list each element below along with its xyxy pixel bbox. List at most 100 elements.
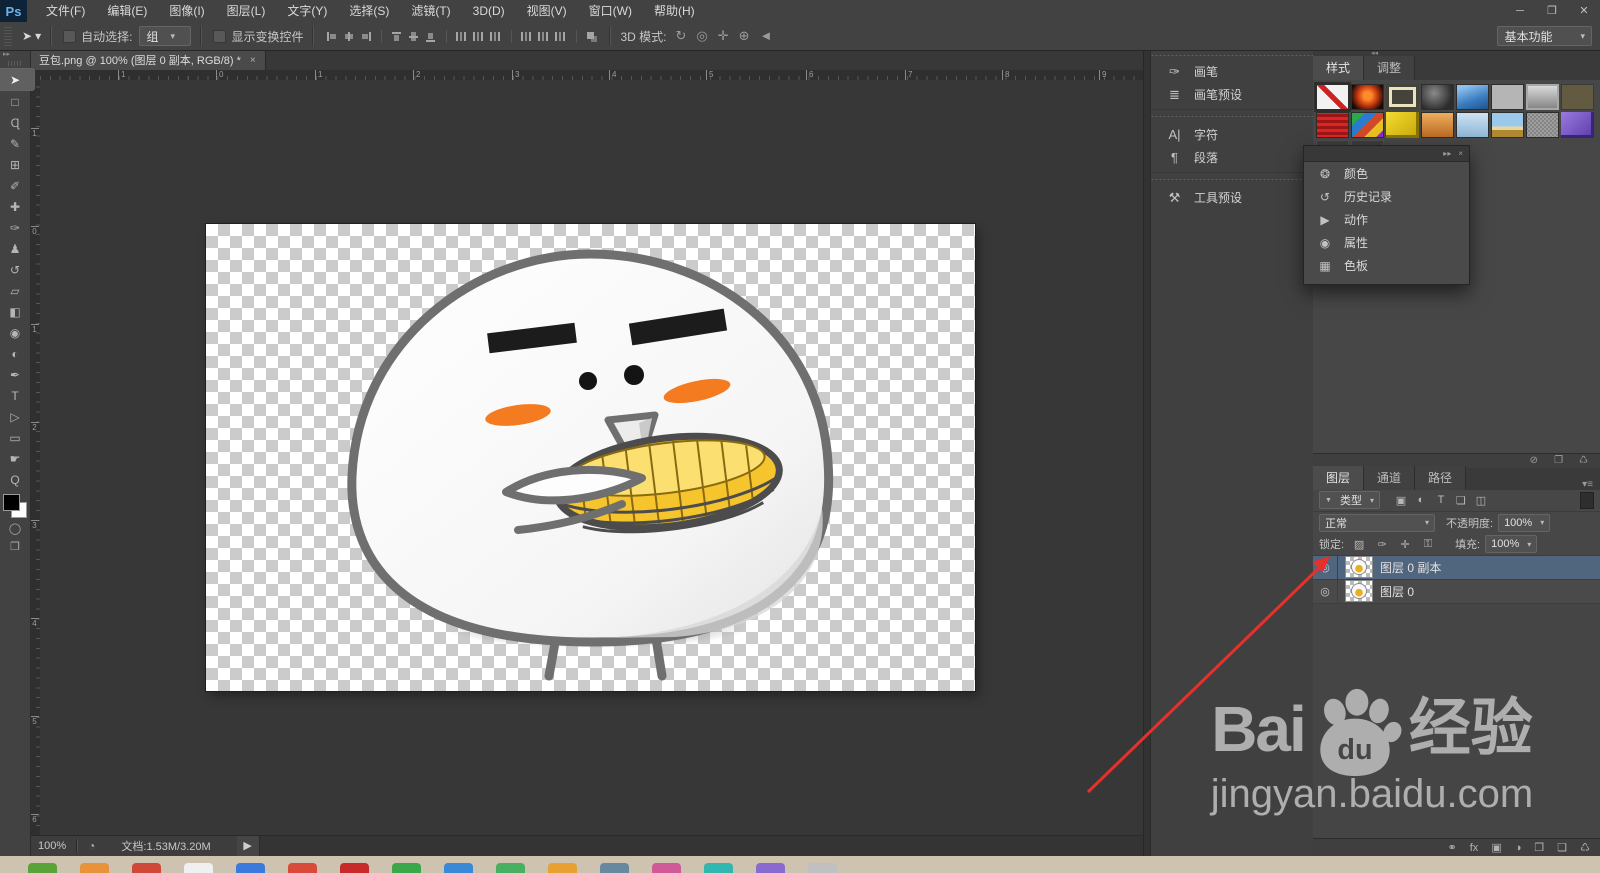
tool-button[interactable]: ▭ xyxy=(2,427,28,448)
foreground-color-swatch[interactable] xyxy=(3,494,20,511)
workspace-switcher[interactable]: 基本功能 ▾ xyxy=(1497,26,1592,46)
status-options-arrow[interactable]: ▶ xyxy=(236,836,259,856)
layer-name[interactable]: 图层 0 xyxy=(1380,583,1414,600)
align-button[interactable] xyxy=(472,29,486,43)
filter-type-icon[interactable]: ◫ xyxy=(1473,494,1489,507)
layer-row[interactable]: ◎ 图层 0 副本 xyxy=(1313,555,1600,580)
tab-layers[interactable]: 图层 xyxy=(1313,465,1365,490)
style-swatch[interactable] xyxy=(1386,84,1419,110)
tab-styles[interactable]: 样式 xyxy=(1313,56,1365,80)
align-button[interactable] xyxy=(407,29,421,43)
align-button[interactable] xyxy=(511,29,534,43)
style-swatch[interactable] xyxy=(1491,112,1524,138)
floating-panel-button[interactable]: ◉ 属性 xyxy=(1304,231,1469,254)
align-button[interactable] xyxy=(359,29,373,43)
close-button[interactable]: ✕ xyxy=(1568,0,1600,22)
style-swatch[interactable] xyxy=(1561,112,1594,138)
tool-button[interactable]: ◉ xyxy=(2,322,28,343)
tool-button[interactable]: T xyxy=(2,385,28,406)
style-swatch[interactable] xyxy=(1316,112,1349,138)
opacity-field[interactable]: 100% ▾ xyxy=(1498,513,1551,532)
align-button[interactable] xyxy=(537,29,551,43)
filter-toggle[interactable] xyxy=(1580,491,1594,509)
3d-mode-icon[interactable]: ✛ xyxy=(718,28,729,44)
dock-panel-button[interactable]: ✑ 画笔 xyxy=(1151,60,1314,83)
taskbar-app-icon[interactable] xyxy=(496,863,525,873)
tool-button[interactable]: ⊞ xyxy=(2,154,28,175)
quick-mask-button[interactable]: ◯ xyxy=(2,519,28,537)
lock-icon[interactable]: ⚿ xyxy=(1420,538,1436,551)
align-button[interactable] xyxy=(325,29,339,43)
tool-button[interactable]: ➤ xyxy=(0,68,35,91)
document-tab[interactable]: 豆包.png @ 100% (图层 0 副本, RGB/8) * × xyxy=(30,50,266,70)
taskbar-app-icon[interactable] xyxy=(28,863,57,873)
taskbar-app-icon[interactable] xyxy=(808,863,837,873)
style-swatch[interactable] xyxy=(1351,84,1384,110)
align-button[interactable] xyxy=(489,29,503,43)
document-size-info[interactable]: 文档:1.53M/3.20M xyxy=(105,838,236,854)
taskbar-app-icon[interactable] xyxy=(444,863,473,873)
layer-visibility-eye-icon[interactable]: ◎ xyxy=(1313,555,1338,579)
tool-button[interactable]: ▱ xyxy=(2,280,28,301)
tool-button[interactable]: ↺ xyxy=(2,259,28,280)
layer-visibility-eye-icon[interactable]: ◎ xyxy=(1313,579,1338,603)
style-swatch[interactable] xyxy=(1456,84,1489,110)
collapse-tools-icon[interactable]: ▸▸ xyxy=(0,50,10,60)
screen-mode-button[interactable]: ❐ xyxy=(2,537,28,555)
filter-type-icon[interactable]: T xyxy=(1433,494,1449,507)
menu-item[interactable]: 图层(L) xyxy=(216,0,277,22)
pasteboard[interactable] xyxy=(40,80,1143,836)
taskbar-app-icon[interactable] xyxy=(80,863,109,873)
dock-panel-button[interactable]: ≣ 画笔预设 xyxy=(1151,83,1314,106)
auto-select-checkbox[interactable] xyxy=(63,29,77,43)
close-tab-icon[interactable]: × xyxy=(250,55,256,66)
style-swatch[interactable] xyxy=(1526,112,1559,138)
tool-button[interactable]: ✎ xyxy=(2,133,28,154)
floating-panel-button[interactable]: ❂ 颜色 xyxy=(1304,162,1469,185)
tool-button[interactable]: ✚ xyxy=(2,196,28,217)
dock-panel-button[interactable]: A| 字符 xyxy=(1151,123,1314,146)
taskbar-app-icon[interactable] xyxy=(704,863,733,873)
tab-paths[interactable]: 路径 xyxy=(1415,465,1467,490)
menu-item[interactable]: 编辑(E) xyxy=(96,0,158,22)
taskbar-app-icon[interactable] xyxy=(288,863,317,873)
tab-adjustments[interactable]: 调整 xyxy=(1364,56,1416,80)
minimize-button[interactable]: ─ xyxy=(1504,0,1536,22)
style-swatch[interactable] xyxy=(1561,84,1594,110)
panel-menu-icon[interactable]: ▾≡ xyxy=(1582,479,1600,490)
tool-button[interactable]: ✐ xyxy=(2,175,28,196)
taskbar-app-icon[interactable] xyxy=(756,863,785,873)
styles-footer-icon[interactable]: ❐ xyxy=(1554,455,1563,466)
tool-button[interactable]: □ xyxy=(2,91,28,112)
align-button[interactable] xyxy=(576,29,599,43)
style-swatch[interactable] xyxy=(1351,112,1384,138)
taskbar-app-icon[interactable] xyxy=(600,863,629,873)
floating-panel-button[interactable]: ▶ 动作 xyxy=(1304,208,1469,231)
blend-mode-dropdown[interactable]: 正常 ▾ xyxy=(1319,513,1435,532)
layers-footer-icon[interactable]: ◑ xyxy=(1515,842,1522,854)
auto-select-dropdown[interactable]: 组 ▾ xyxy=(139,26,192,46)
taskbar-app-icon[interactable] xyxy=(392,863,421,873)
menu-item[interactable]: 窗口(W) xyxy=(578,0,643,22)
lock-icon[interactable]: ✛ xyxy=(1397,538,1413,551)
taskbar-app-icon[interactable] xyxy=(548,863,577,873)
style-swatch[interactable] xyxy=(1456,112,1489,138)
style-swatch[interactable] xyxy=(1526,84,1559,110)
dock-panel-button[interactable]: ⚒ 工具预设 xyxy=(1151,186,1314,209)
filter-type-icon[interactable]: ▣ xyxy=(1393,494,1409,507)
3d-mode-icon[interactable]: ↻ xyxy=(675,28,686,44)
align-button[interactable] xyxy=(446,29,469,43)
tool-button[interactable]: Ԛ xyxy=(2,469,28,490)
3d-mode-icon[interactable]: ◄ xyxy=(760,28,773,44)
styles-footer-icon[interactable]: ⊘ xyxy=(1530,455,1538,466)
menu-item[interactable]: 文件(F) xyxy=(35,0,96,22)
menu-item[interactable]: 3D(D) xyxy=(462,0,516,22)
layer-thumbnail[interactable] xyxy=(1345,556,1373,578)
lock-icon[interactable]: ▨ xyxy=(1351,538,1367,551)
tool-button[interactable]: ☛ xyxy=(2,448,28,469)
floating-panel-button[interactable]: ↺ 历史记录 xyxy=(1304,185,1469,208)
layer-row[interactable]: ◎ 图层 0 xyxy=(1313,579,1600,604)
lock-icon[interactable]: ✑ xyxy=(1374,538,1390,551)
layers-footer-icon[interactable]: ▣ xyxy=(1491,841,1501,854)
dock-grip[interactable] xyxy=(1151,50,1314,60)
